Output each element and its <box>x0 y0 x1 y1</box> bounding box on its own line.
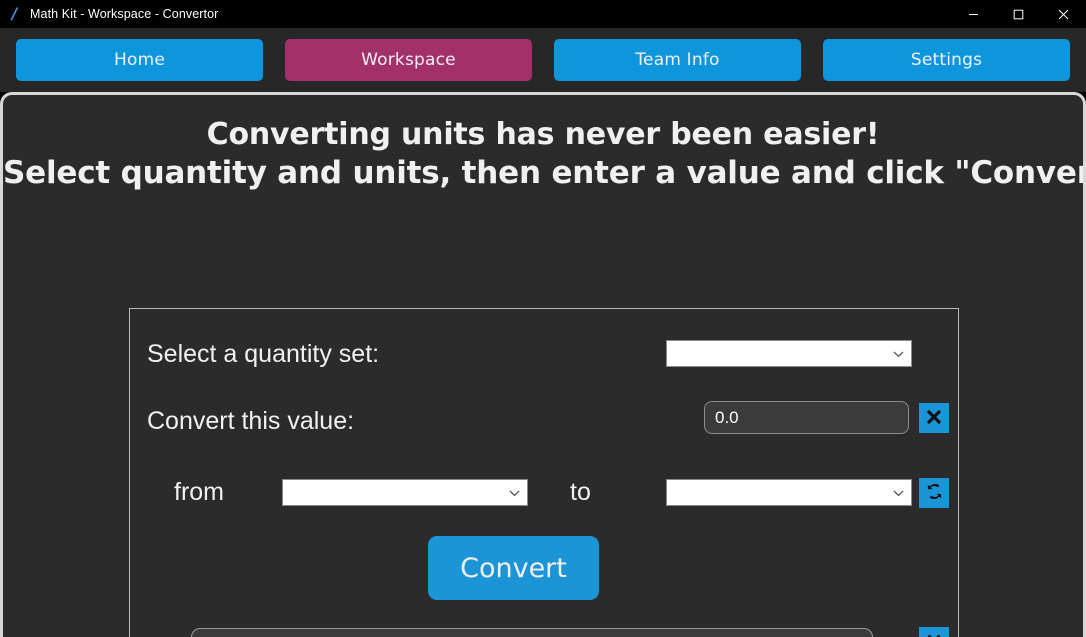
page-headline: Converting units has never been easier! … <box>3 95 1083 193</box>
clear-value-button[interactable] <box>919 403 949 433</box>
close-x-icon <box>924 407 944 430</box>
quantity-set-row: Select a quantity set: <box>147 331 942 377</box>
from-unit-dropdown[interactable] <box>282 479 528 506</box>
headline-line-2: Select quantity and units, then enter a … <box>3 155 1086 191</box>
convert-value-label: Convert this value: <box>147 407 355 435</box>
close-button[interactable] <box>1041 0 1086 28</box>
to-unit-dropdown-wrap <box>666 479 912 506</box>
convert-button[interactable]: Convert <box>428 536 599 600</box>
nav-button-workspace[interactable]: Workspace <box>285 39 532 81</box>
convert-value-input[interactable] <box>704 401 909 434</box>
main-navigation: Home Workspace Team Info Settings <box>0 28 1086 92</box>
close-x-icon <box>924 631 944 637</box>
from-to-row: from to <box>147 470 949 516</box>
clear-result-button[interactable] <box>919 627 949 637</box>
headline-line-1: Converting units has never been easier! <box>206 117 880 152</box>
swap-arrows-icon <box>924 481 945 505</box>
converter-panel: Select a quantity set: Convert this valu… <box>129 308 959 637</box>
quantity-set-dropdown[interactable] <box>666 340 912 367</box>
result-field[interactable] <box>191 628 873 637</box>
swap-units-button[interactable] <box>919 478 949 508</box>
from-label: from <box>174 478 224 506</box>
window-title: Math Kit - Workspace - Convertor <box>30 7 219 21</box>
to-label: to <box>570 478 591 506</box>
result-row <box>147 627 949 637</box>
nav-button-home[interactable]: Home <box>16 39 263 81</box>
app-pen-icon <box>0 0 28 28</box>
quantity-set-dropdown-wrap <box>666 340 912 367</box>
convert-value-row: Convert this value: <box>147 401 949 447</box>
quantity-set-label: Select a quantity set: <box>147 339 380 368</box>
minimize-button[interactable] <box>951 0 996 28</box>
content-area: Converting units has never been easier! … <box>0 92 1086 637</box>
window-controls <box>951 0 1086 28</box>
nav-button-settings[interactable]: Settings <box>823 39 1070 81</box>
to-unit-dropdown[interactable] <box>666 479 912 506</box>
maximize-button[interactable] <box>996 0 1041 28</box>
from-unit-dropdown-wrap <box>282 479 528 506</box>
nav-button-team-info[interactable]: Team Info <box>554 39 801 81</box>
title-bar: Math Kit - Workspace - Convertor <box>0 0 1086 28</box>
